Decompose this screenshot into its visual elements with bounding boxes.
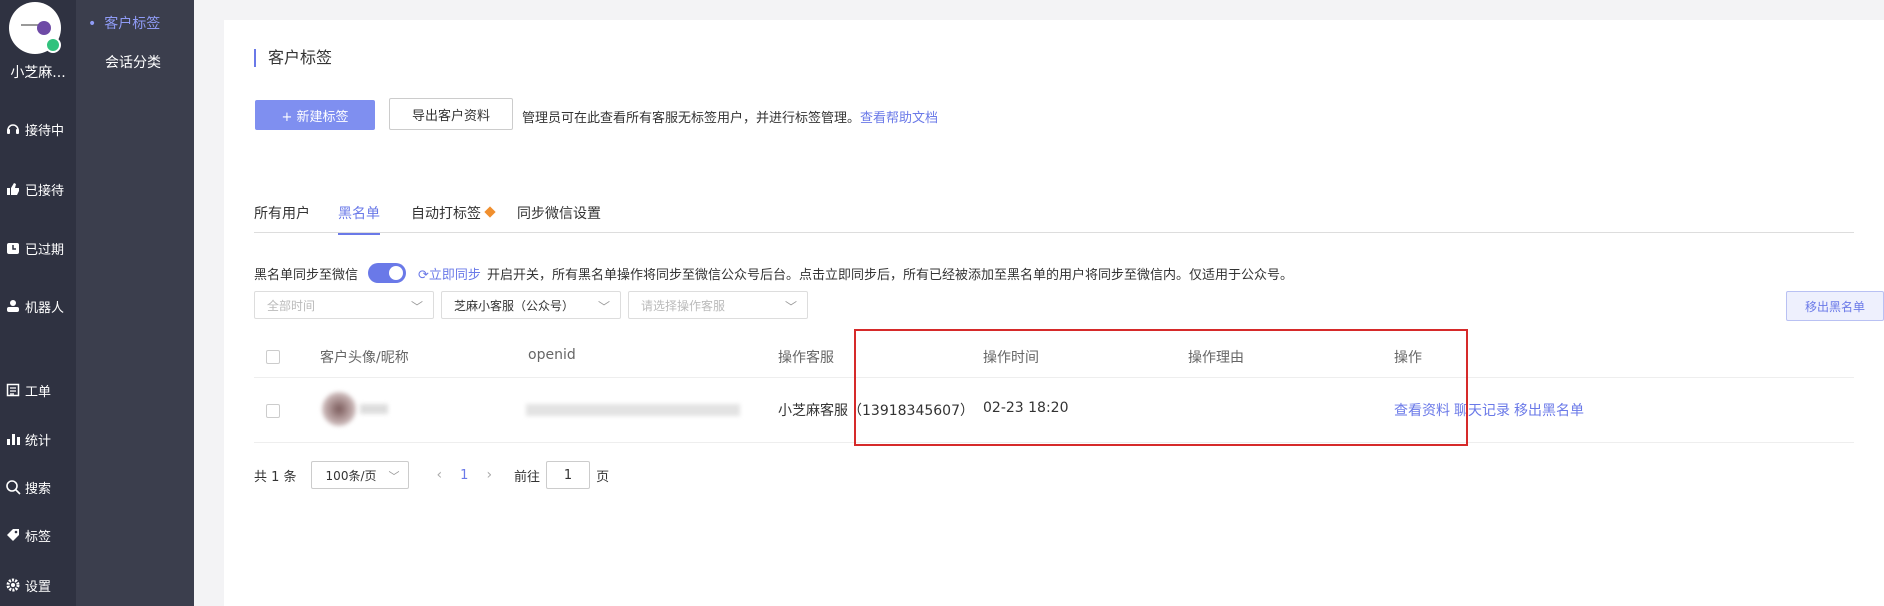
rail-item-label: 搜索 [25,481,52,497]
column-header-avatar: 客户头像/昵称 [320,350,409,366]
tag-icon [4,526,22,544]
robot-icon [4,297,22,315]
page-size-select[interactable]: 100条/页 ﹀ [310,461,409,489]
prev-page-icon[interactable]: ‹ [437,467,443,483]
page-size-value: 100条/页 [325,468,377,483]
subnav-item-customer-tags[interactable]: 客户标签 [88,13,160,33]
sync-description: 开启开关，所有黑名单操作将同步至微信公众号后台。点击立即同步后，所有已经被添加至… [486,267,1293,283]
chevron-down-icon: ﹀ [597,300,610,314]
tab-sync-wechat[interactable]: 同步微信设置 [517,203,601,223]
rail-item-served[interactable]: 已接待 [4,176,64,202]
account-filter-value: 芝麻小客服（公众号） [454,298,575,313]
rail-item-label: 设置 [25,579,52,595]
next-page-icon[interactable]: › [486,467,492,483]
tab-auto-tag[interactable]: 自动打标签 [411,203,496,223]
chevron-down-icon: ﹀ [410,300,423,314]
search-icon [4,478,22,496]
openid-blurred [526,404,740,416]
table-row: 小芝麻客服（13918345607） 02-23 18:20 查看资料 聊天记录… [254,378,1854,443]
tab-blacklist[interactable]: 黑名单 [338,203,380,235]
rail-item-label: 统计 [25,433,52,449]
chat-history-link[interactable]: 聊天记录 [1454,400,1510,420]
rail-item-label: 已过期 [25,242,65,258]
operator-filter-placeholder: 请选择操作客服 [641,298,726,313]
remove-blacklist-button[interactable]: 移出黑名单 [1786,291,1884,321]
chevron-down-icon: ﹀ [784,300,797,314]
rail-item-robot[interactable]: 机器人 [4,293,64,319]
vip-diamond-icon [484,206,496,218]
help-tip-text: 管理员可在此查看所有客服无标签用户，并进行标签管理。 [522,111,861,126]
headset-icon [4,120,22,138]
help-tip: 管理员可在此查看所有客服无标签用户，并进行标签管理。查看帮助文档 [522,107,938,126]
current-page[interactable]: 1 [460,468,468,483]
help-doc-link[interactable]: 查看帮助文档 [860,111,938,126]
column-header-operator: 操作客服 [778,350,834,366]
rail-item-label: 标签 [25,529,52,545]
sync-now-link[interactable]: ⟳立即同步 [418,264,481,283]
blacklist-sync-row: 黑名单同步至微信 ⟳立即同步 开启开关，所有黑名单操作将同步至微信公众号后台。点… [254,263,1293,283]
stats-icon [4,430,22,448]
column-header-reason: 操作理由 [1188,350,1244,366]
operator-filter-select[interactable]: 请选择操作客服 ﹀ [628,291,808,319]
view-profile-link[interactable]: 查看资料 [1394,400,1450,420]
page-title: 客户标签 [254,49,332,67]
pagination: 共 1 条 100条/页 ﹀ ‹ 1 › 前往 1 页 [254,460,609,490]
time-filter-placeholder: 全部时间 [267,298,316,313]
tab-bar: 所有用户 黑名单 自动打标签 同步微信设置 [254,190,1854,235]
column-header-openid: openid [528,347,576,363]
rail-item-label: 机器人 [25,300,65,316]
thumb-icon [4,180,22,198]
tab-all-users[interactable]: 所有用户 [254,203,310,223]
cell-time: 02-23 18:20 [983,400,1069,416]
account-filter-select[interactable]: 芝麻小客服（公众号） ﹀ [441,291,621,319]
time-filter-select[interactable]: 全部时间 ﹀ [254,291,434,319]
goto-label: 前往 [514,469,541,485]
rail-item-label: 接待中 [25,123,65,139]
sync-toggle[interactable] [368,263,407,283]
rail-item-stats[interactable]: 统计 [4,426,51,452]
tab-label: 自动打标签 [411,206,481,222]
column-header-actions: 操作 [1394,350,1422,366]
rail-item-ticket[interactable]: 工单 [4,377,51,403]
rail-item-serving[interactable]: 接待中 [4,116,64,142]
chevron-down-icon: ﹀ [388,470,400,483]
main-area: 客户标签 + 新建标签 导出客户资料 管理员可在此查看所有客服无标签用户，并进行… [194,0,1884,606]
expired-icon [4,239,22,257]
customer-nickname-blurred [360,404,388,414]
rail-item-label: 已接待 [25,183,65,199]
cell-operator: 小芝麻客服（13918345607） [778,403,974,419]
remove-from-blacklist-link[interactable]: 移出黑名单 [1514,400,1584,420]
gear-icon [4,576,22,594]
sync-now-label: 立即同步 [428,267,481,283]
select-all-checkbox[interactable] [266,350,280,364]
row-checkbox[interactable] [266,404,280,418]
avatar-face [37,21,51,35]
sub-navigation: 客户标签 会话分类 [76,0,194,606]
pagination-total: 共 1 条 [254,469,297,485]
subnav-item-session-category[interactable]: 会话分类 [105,52,161,72]
left-rail: 小芝麻... 接待中 已接待 已过期 机器人 工单 统计 搜索 标签 设置 [0,0,76,606]
page-suffix: 页 [596,469,610,485]
ticket-icon [4,381,22,399]
rail-item-expired[interactable]: 已过期 [4,235,64,261]
export-customer-button[interactable]: 导出客户资料 [389,98,513,130]
rail-item-tag[interactable]: 标签 [4,522,51,548]
column-header-time: 操作时间 [983,350,1039,366]
username: 小芝麻... [10,65,66,81]
sync-label: 黑名单同步至微信 [254,267,359,283]
online-status-dot [45,37,61,53]
table-header: 客户头像/昵称 openid 操作客服 操作时间 操作理由 操作 [254,335,1854,378]
new-tag-button[interactable]: + 新建标签 [255,100,375,130]
rail-item-label: 工单 [25,384,52,400]
refresh-icon: ⟳ [418,267,429,283]
customer-avatar-blurred [322,392,356,426]
goto-page-input[interactable]: 1 [546,461,591,489]
rail-item-search[interactable]: 搜索 [4,474,51,500]
toggle-knob [389,266,404,280]
rail-item-settings[interactable]: 设置 [4,572,51,598]
content-card: 客户标签 + 新建标签 导出客户资料 管理员可在此查看所有客服无标签用户，并进行… [224,20,1884,606]
